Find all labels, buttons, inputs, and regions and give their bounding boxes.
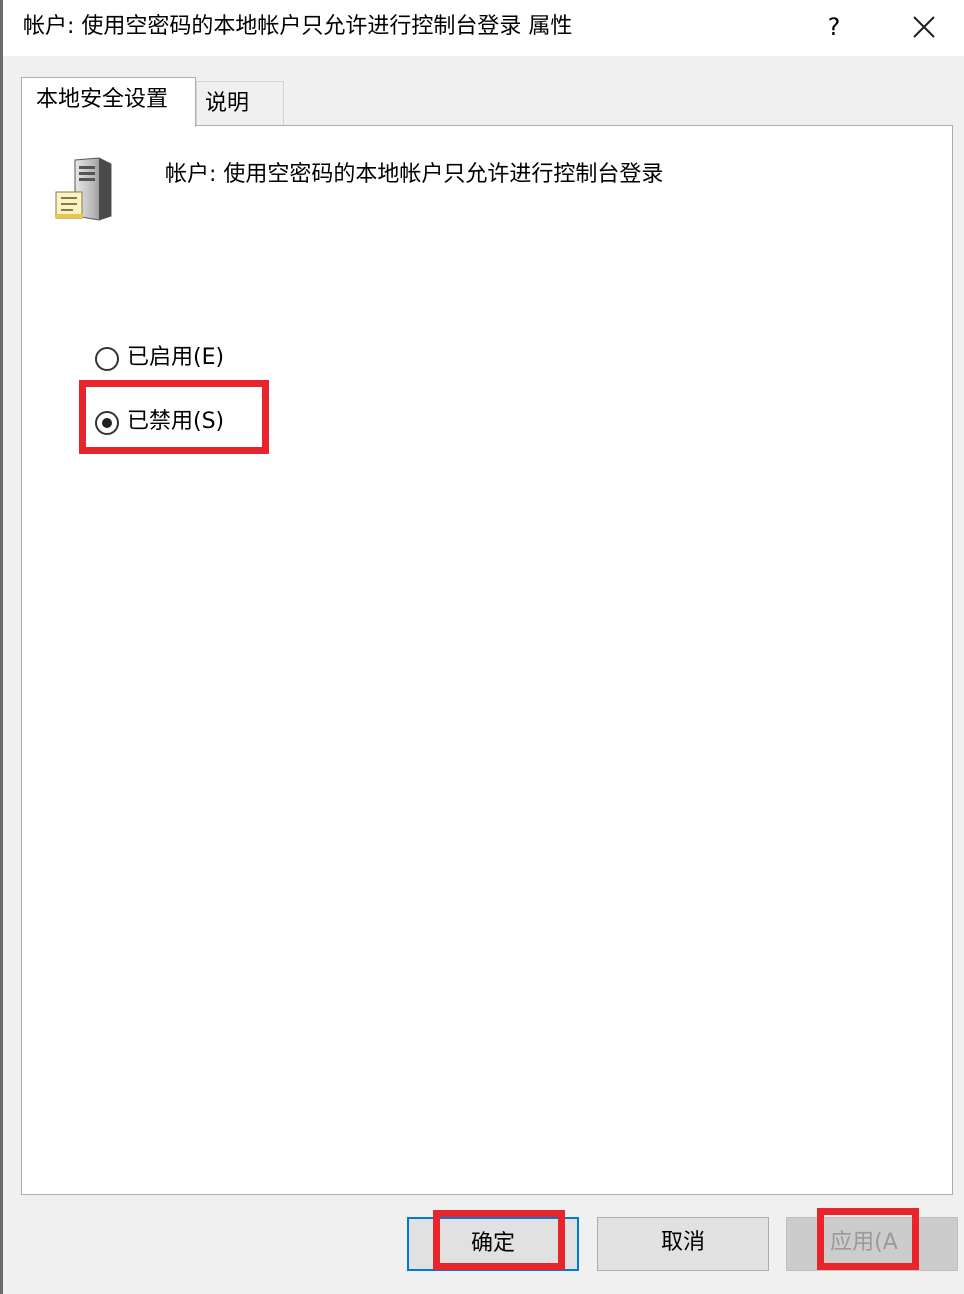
server-document-icon bbox=[53, 156, 115, 226]
cancel-button[interactable]: 取消 bbox=[597, 1217, 769, 1271]
radio-dot bbox=[102, 418, 112, 428]
ok-button[interactable]: 确定 bbox=[407, 1217, 579, 1271]
radio-enabled-label: 已启用(E) bbox=[127, 345, 225, 370]
title-bar: 帐户: 使用空密码的本地帐户只允许进行控制台登录 属性 ? bbox=[3, 0, 964, 56]
radio-disabled[interactable]: 已禁用(S) bbox=[95, 404, 255, 440]
close-button[interactable] bbox=[899, 6, 949, 48]
window-title: 帐户: 使用空密码的本地帐户只允许进行控制台登录 属性 bbox=[23, 14, 573, 39]
help-button[interactable]: ? bbox=[811, 6, 857, 48]
radio-circle-selected[interactable] bbox=[95, 411, 119, 435]
tab-explain[interactable]: 说明 bbox=[196, 81, 284, 125]
apply-button-label: 应用(A bbox=[830, 1230, 898, 1255]
close-icon bbox=[913, 16, 935, 38]
apply-button[interactable]: 应用(A bbox=[786, 1217, 958, 1271]
radio-disabled-label: 已禁用(S) bbox=[127, 409, 225, 434]
policy-name: 帐户: 使用空密码的本地帐户只允许进行控制台登录 bbox=[165, 162, 664, 187]
radio-enabled[interactable]: 已启用(E) bbox=[95, 340, 255, 376]
settings-panel bbox=[21, 125, 953, 1195]
radio-circle[interactable] bbox=[95, 347, 119, 371]
properties-dialog: 帐户: 使用空密码的本地帐户只允许进行控制台登录 属性 ? 本地安全设置 说明 bbox=[0, 0, 964, 1294]
tab-local-security-setting[interactable]: 本地安全设置 bbox=[21, 77, 196, 127]
